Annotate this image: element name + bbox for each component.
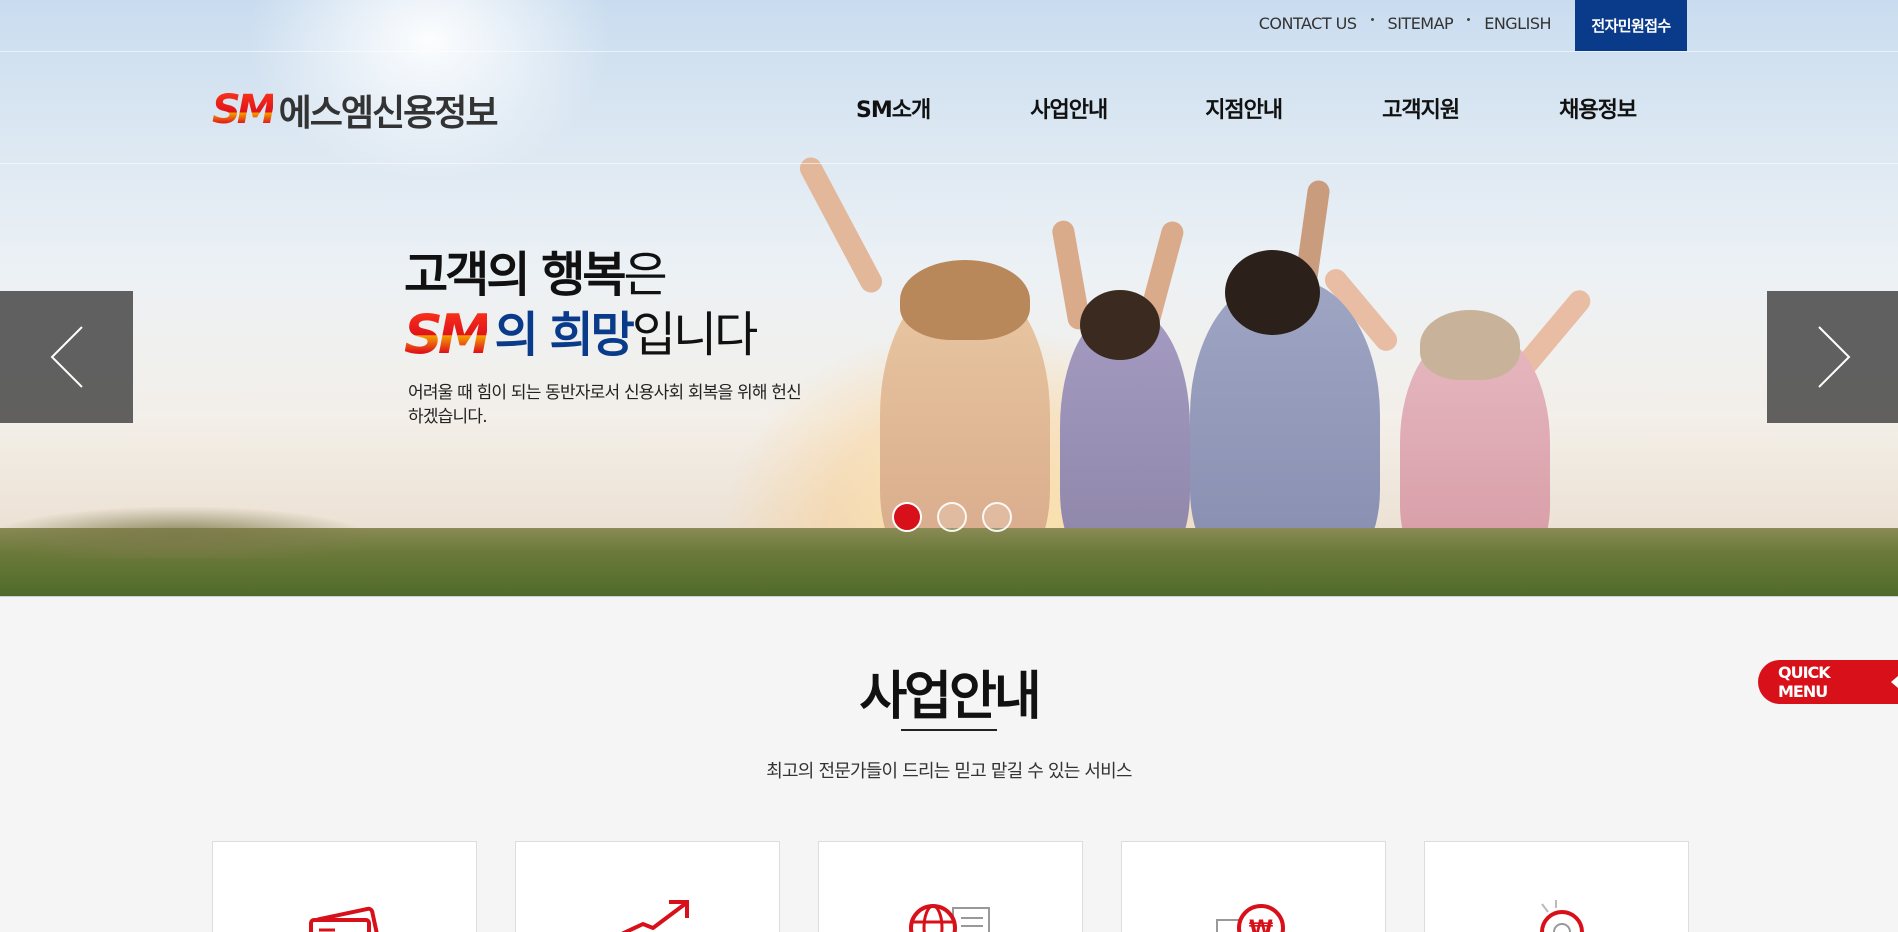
civil-complaint-button[interactable]: 전자민원접수 [1575, 0, 1687, 51]
svg-text:₩: ₩ [1248, 917, 1272, 932]
won-coin-icon: ₩ [1215, 904, 1285, 932]
business-card-1[interactable] [212, 841, 477, 932]
hero-sm-mark: SM [404, 303, 492, 366]
hero-headline-2: SM 의 희망 입니다 [404, 303, 758, 366]
logo-name: 에스엠신용정보 [278, 93, 499, 134]
hero-headline-rest: 입니다 [631, 307, 758, 363]
globe-document-icon [908, 904, 990, 932]
caret-left-icon [1891, 676, 1898, 688]
card-payment-icon [308, 906, 379, 932]
separator-dot [1467, 18, 1471, 21]
section-divider [901, 729, 997, 731]
quick-menu-button[interactable]: QUICK MENU [1758, 660, 1898, 704]
slider-prev-button[interactable] [0, 291, 133, 423]
nav-business[interactable]: 사업안내 [1030, 92, 1108, 124]
section-title: 사업안내 [859, 667, 1041, 727]
hero-subtext: 어려울 때 힘이 되는 동반자로서 신용사회 회복을 위해 헌신하겠습니다. [408, 383, 802, 427]
utility-bar: CONTACT US SITEMAP ENGLISH 전자민원접수 [0, 0, 1898, 52]
chevron-right-icon [1817, 326, 1850, 388]
business-card-4[interactable]: ₩ [1121, 841, 1386, 932]
business-cards: ₩ [212, 841, 1689, 932]
quick-menu-label: QUICK MENU [1778, 663, 1831, 701]
nav-sm-intro[interactable]: SM소개 [856, 92, 931, 124]
english-link[interactable]: ENGLISH [1484, 14, 1551, 33]
slider-dot-3[interactable] [982, 502, 1012, 532]
business-card-5[interactable] [1424, 841, 1689, 932]
nav-branches[interactable]: 지점안내 [1205, 92, 1283, 124]
separator-dot [1370, 18, 1374, 21]
family-photo [760, 140, 1620, 590]
sitemap-link[interactable]: SITEMAP [1388, 14, 1454, 33]
site-header: SM 에스엠신용정보 SM소개 사업안내 지점안내 고객지원 채용정보 [0, 52, 1898, 164]
slider-pagination [892, 502, 1012, 532]
section-subtitle: 최고의 전문가들이 드리는 믿고 맡길 수 있는 서비스 [766, 761, 1132, 782]
nav-support[interactable]: 고객지원 [1382, 92, 1460, 124]
chevron-left-icon [50, 326, 83, 388]
slider-next-button[interactable] [1767, 291, 1898, 423]
contact-us-link[interactable]: CONTACT US [1259, 14, 1357, 33]
alert-search-icon [1539, 900, 1584, 932]
grass-hill [0, 498, 1898, 597]
hero-headline-1: 고객의 행복은 [404, 246, 668, 304]
business-card-3[interactable] [818, 841, 1083, 932]
slider-dot-2[interactable] [937, 502, 967, 532]
hero-headline-blue: 의 희망 [494, 307, 635, 363]
site-logo[interactable]: SM 에스엠신용정보 [212, 84, 499, 136]
hero-headline-light: 은 [623, 247, 668, 303]
hero-headline-strong: 고객의 행복 [404, 247, 627, 303]
main-nav: SM소개 사업안내 지점안내 고객지원 채용정보 [856, 92, 1637, 124]
logo-mark: SM [212, 87, 277, 133]
slider-dot-1[interactable] [892, 502, 922, 532]
growth-arrow-icon [620, 900, 689, 932]
nav-careers[interactable]: 채용정보 [1559, 92, 1637, 124]
business-card-2[interactable] [515, 841, 780, 932]
